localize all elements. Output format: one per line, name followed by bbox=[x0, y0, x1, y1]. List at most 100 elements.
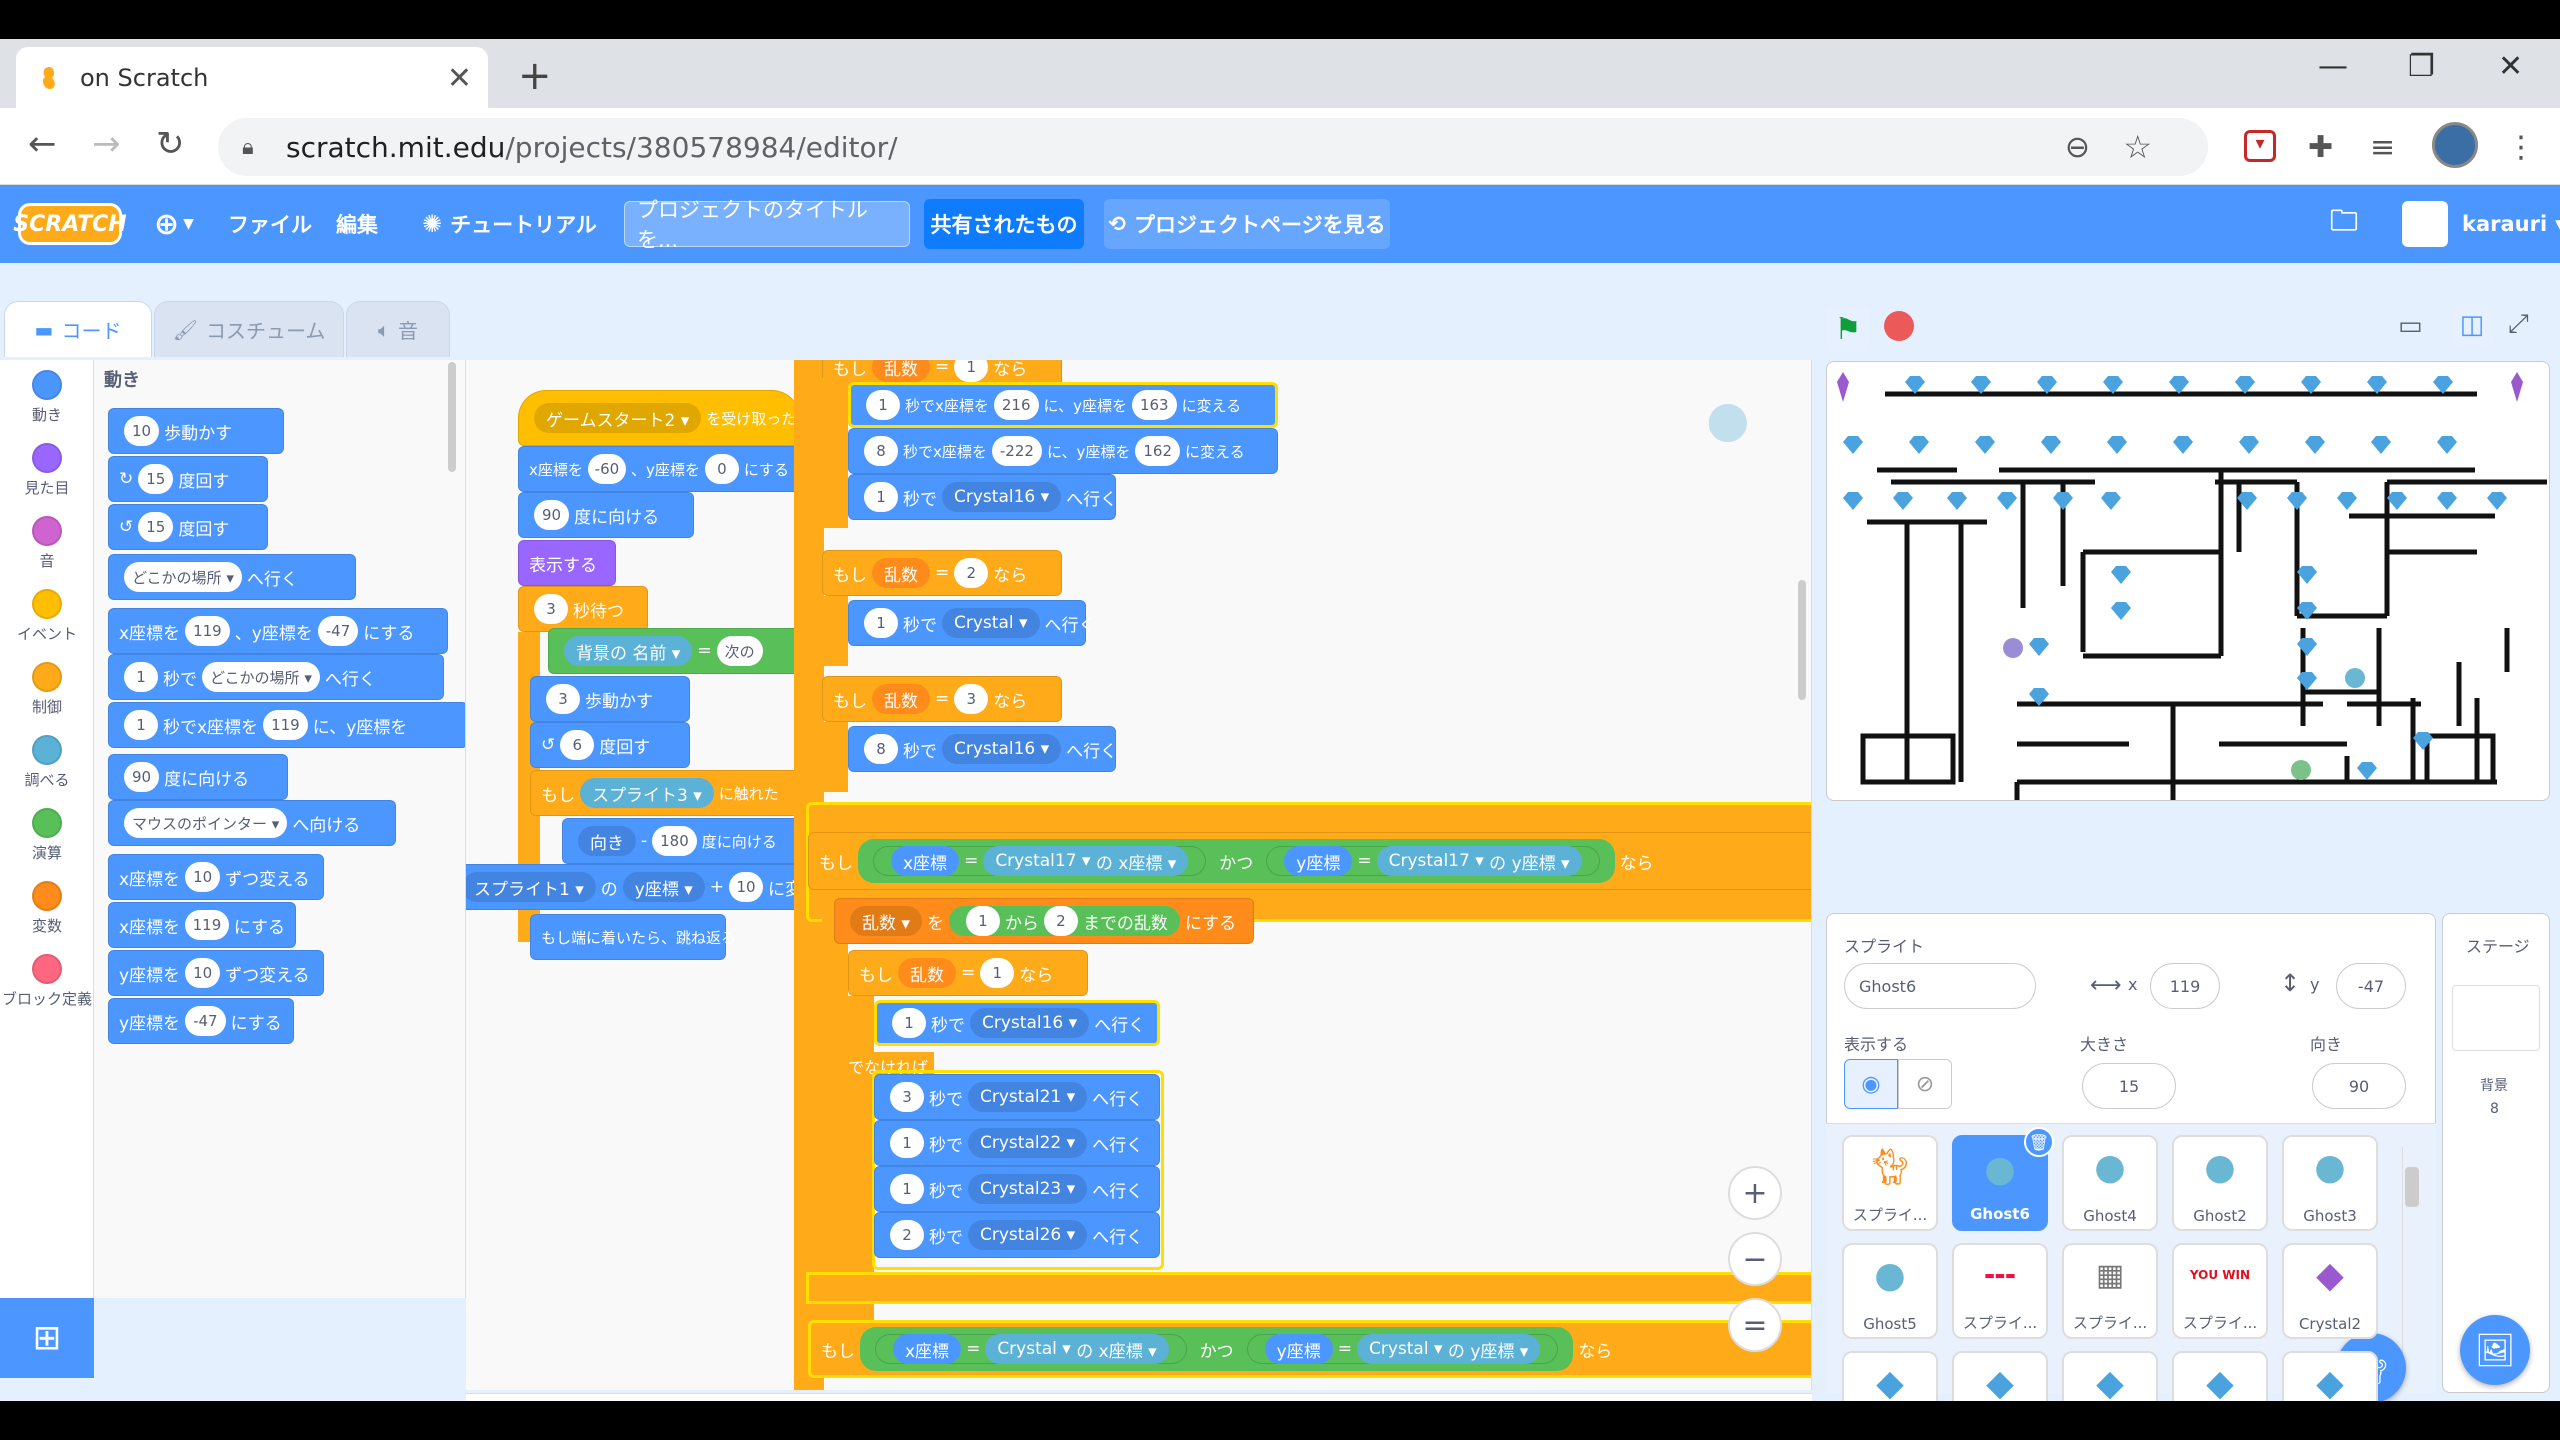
x-value[interactable]: -60 bbox=[587, 454, 626, 484]
stage[interactable] bbox=[1826, 361, 2550, 801]
variable-dropdown[interactable]: 乱数 ▾ bbox=[850, 906, 922, 936]
palette-block[interactable]: x座標を 119 、y座標を -47 にする bbox=[108, 608, 448, 654]
file-menu[interactable]: ファイル bbox=[228, 185, 312, 263]
glide-xy-block[interactable]: 1 秒でx座標を 216 に、y座標を 163 に変える bbox=[848, 382, 1278, 428]
block-input[interactable]: 119 bbox=[185, 910, 229, 940]
code-workspace[interactable]: ゲームスタート2 ▾ を受け取ったと x座標を -60 、y座標を 0 にする 90 度に向… bbox=[466, 360, 1812, 1390]
point-direction-block[interactable]: 90 度に向ける bbox=[518, 492, 694, 538]
glide-to-block[interactable]: 1 秒で Crystal16 ▾ へ行く bbox=[874, 1000, 1160, 1046]
bounce-block[interactable]: もし端に着いたら、跳ね返る bbox=[530, 914, 736, 960]
object-dropdown[interactable]: Crystal ▾ bbox=[1369, 1339, 1443, 1359]
zoom-out-icon[interactable]: − bbox=[1728, 1232, 1782, 1286]
sprite-thumb[interactable]: ● Ghost3 bbox=[2282, 1135, 2378, 1231]
project-title-input[interactable]: プロジェクトのタイトルを... bbox=[624, 198, 910, 252]
block-input[interactable]: 15 bbox=[138, 464, 174, 494]
direction-input[interactable]: 90 bbox=[2312, 1063, 2406, 1109]
glide-time[interactable]: 1 bbox=[890, 1174, 924, 1204]
fullscreen-icon[interactable]: ⤢ bbox=[2508, 309, 2529, 340]
browser-tab[interactable]: on Scratch ✕ bbox=[16, 47, 488, 108]
sprite-name-input[interactable]: Ghost6 bbox=[1844, 963, 2036, 1009]
point-direction-minus-block[interactable]: 向き -180 度に向ける bbox=[562, 818, 820, 864]
see-project-page-button[interactable]: ⟲ プロジェクトページを見る bbox=[1104, 199, 1390, 249]
direction-value[interactable]: 90 bbox=[534, 500, 570, 530]
compare-value[interactable]: 3 bbox=[954, 684, 989, 714]
sprite-thumb[interactable]: ▦ スプライ... bbox=[2062, 1243, 2158, 1339]
sprite-thumb[interactable]: ● Ghost4 bbox=[2062, 1135, 2158, 1231]
tab-close-icon[interactable]: ✕ bbox=[447, 61, 472, 96]
y-value[interactable]: 0 bbox=[704, 454, 739, 484]
add-backdrop-icon[interactable]: 🖼︎ bbox=[2460, 1315, 2530, 1385]
object-dropdown[interactable]: Crystal17 ▾ bbox=[995, 851, 1090, 871]
target-dropdown[interactable]: Crystal ▾ bbox=[942, 608, 1040, 638]
palette-scrollbar[interactable] bbox=[448, 362, 456, 472]
glide-to-block[interactable]: 1 秒で Crystal23 ▾ へ行く bbox=[874, 1166, 1160, 1212]
extensions-puzzle-icon[interactable]: ✚ bbox=[2308, 130, 2333, 165]
if-and-crystal-block[interactable]: もし x座標 = Crystal ▾ の x座標 ▾ かつ y座標 = Crystal … bbox=[808, 1320, 1811, 1378]
glide-time[interactable]: 1 bbox=[890, 1128, 924, 1158]
palette-block[interactable]: マウスのポインター ▾ へ向ける bbox=[108, 800, 396, 846]
glide-to-block[interactable]: 3 秒で Crystal21 ▾ へ行く bbox=[874, 1074, 1160, 1120]
palette-block[interactable]: ↺ 15 度回す bbox=[108, 504, 268, 550]
category-motion[interactable]: 動き bbox=[0, 370, 94, 425]
block-input[interactable]: 90 bbox=[124, 762, 160, 792]
tab-sounds[interactable]: 🔈︎ 音 bbox=[346, 301, 450, 357]
direction-minus-value[interactable]: 180 bbox=[652, 826, 697, 856]
sprite-thumb[interactable]: ▬▬▬ スプライ... bbox=[1952, 1243, 2048, 1339]
delete-sprite-icon[interactable]: 🗑︎ bbox=[2024, 1127, 2054, 1157]
sprite-thumb[interactable]: ● Ghost2 bbox=[2172, 1135, 2268, 1231]
sprite-thumb[interactable]: YOU WIN スプライ... bbox=[2172, 1243, 2268, 1339]
block-input[interactable]: 10 bbox=[185, 958, 221, 988]
minimize-icon[interactable]: — bbox=[2318, 49, 2348, 84]
block-input[interactable]: -47 bbox=[185, 1006, 226, 1036]
target-dropdown[interactable]: Crystal16 ▾ bbox=[942, 482, 1062, 512]
palette-block[interactable]: y座標を 10 ずつ変える bbox=[108, 950, 324, 996]
x-input[interactable]: 119 bbox=[2150, 963, 2220, 1009]
block-input[interactable]: どこかの場所 ▾ bbox=[202, 662, 320, 692]
backdrop-equals-block[interactable]: 背景の 名前 ▾ = 次の bbox=[548, 628, 808, 674]
tutorial-menu[interactable]: ✺ チュートリアル bbox=[422, 185, 597, 263]
target-dropdown[interactable]: Crystal16 ▾ bbox=[942, 734, 1062, 764]
bookmark-star-icon[interactable]: ☆ bbox=[2123, 128, 2152, 166]
block-input[interactable]: 10 bbox=[124, 416, 160, 446]
category-sound[interactable]: 音 bbox=[0, 516, 94, 571]
stop-icon[interactable] bbox=[1884, 311, 1914, 341]
palette-block[interactable]: 90 度に向ける bbox=[108, 754, 288, 800]
glide-time[interactable]: 1 bbox=[864, 608, 898, 638]
category-variables[interactable]: 変数 bbox=[0, 881, 94, 936]
change-y-block[interactable]: スプライト1 ▾のy座標 ▾+10に変える bbox=[466, 864, 836, 910]
glide-to-block[interactable]: 1 秒で Crystal16 ▾ へ行く bbox=[848, 474, 1117, 520]
if-and-block[interactable]: もし x座標 = Crystal17 ▾ の x座標 ▾ かつ y座標 = Crysta… bbox=[808, 832, 1811, 890]
palette-block[interactable]: 1 秒でx座標を 119 に、y座標を bbox=[108, 702, 465, 748]
move-steps-block[interactable]: 3 歩動かす bbox=[530, 676, 690, 722]
address-bar[interactable]: 🔒︎ scratch.mit.edu/projects/380578984/ed… bbox=[218, 118, 2208, 176]
normal-stage-icon[interactable]: ◫ bbox=[2450, 303, 2494, 347]
object-dropdown[interactable]: Crystal ▾ bbox=[997, 1339, 1071, 1359]
palette-block[interactable]: ↻ 15 度回す bbox=[108, 456, 268, 502]
sprite-list-scroll[interactable] bbox=[2402, 1147, 2422, 1367]
zoom-reset-icon[interactable]: = bbox=[1728, 1298, 1782, 1352]
category-looks[interactable]: 見た目 bbox=[0, 443, 94, 498]
sprite-list-scroll-thumb[interactable] bbox=[2405, 1167, 2419, 1207]
hide-eye-icon[interactable]: ⊘ bbox=[1898, 1059, 1952, 1109]
glide-time[interactable]: 1 bbox=[892, 1008, 926, 1038]
media-queue-icon[interactable]: ≡ bbox=[2370, 130, 2395, 165]
turn-block[interactable]: ↺ 6 度回す bbox=[530, 722, 690, 768]
category-control[interactable]: 制御 bbox=[0, 662, 94, 717]
target-dropdown[interactable]: Crystal21 ▾ bbox=[968, 1082, 1088, 1112]
block-input[interactable]: 119 bbox=[263, 710, 308, 740]
sprite-thumb[interactable]: 🐈︎ スプライ... bbox=[1842, 1135, 1938, 1231]
glide-x[interactable]: -222 bbox=[991, 436, 1042, 466]
tab-costumes[interactable]: 🖌︎ コスチューム bbox=[154, 301, 344, 357]
sprite-thumb[interactable]: ◆Crystal9 bbox=[2282, 1351, 2378, 1401]
target-dropdown[interactable]: Crystal16 ▾ bbox=[970, 1008, 1090, 1038]
if-arm[interactable] bbox=[822, 596, 848, 666]
if-touching-block[interactable]: もし スプライト3 ▾ に触れた bbox=[530, 770, 820, 816]
palette-block[interactable]: 1 秒で どこかの場所 ▾ へ行く bbox=[108, 654, 444, 700]
language-menu[interactable]: ⊕ ▼ bbox=[154, 185, 194, 263]
y-coord-dropdown[interactable]: y座標 ▾ bbox=[622, 872, 705, 902]
y-of-dropdown[interactable]: スプライト1 ▾ bbox=[466, 872, 596, 902]
workspace-scrollbar[interactable] bbox=[1798, 580, 1806, 700]
account-menu[interactable]: karauri ▼ bbox=[2402, 185, 2560, 263]
block-input[interactable]: 1 bbox=[124, 710, 158, 740]
glide-time[interactable]: 8 bbox=[864, 734, 898, 764]
